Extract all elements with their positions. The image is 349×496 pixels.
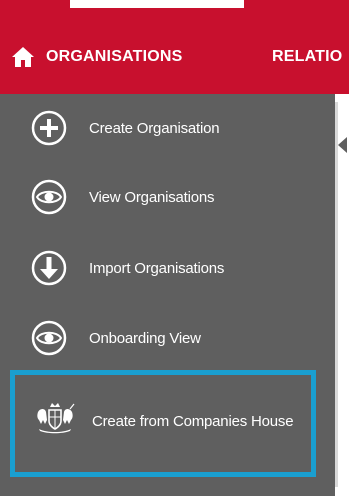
top-strip xyxy=(0,0,349,20)
arrow-down-circle-icon xyxy=(30,249,68,287)
top-navbar: ORGANISATIONS RELATIO xyxy=(0,20,349,94)
menu-item-create-organisation[interactable]: Create Organisation xyxy=(0,108,335,148)
menu-item-label: Import Organisations xyxy=(89,259,225,277)
nav-organisations-label: ORGANISATIONS xyxy=(46,48,183,65)
eye-icon xyxy=(30,319,68,357)
royal-crest-icon xyxy=(35,402,75,434)
menu-item-import-organisations[interactable]: Import Organisations xyxy=(0,248,335,288)
top-strip-highlight xyxy=(70,0,244,8)
content-pane-edge xyxy=(335,94,349,496)
menu-item-label: Create from Companies House xyxy=(92,413,294,430)
menu-item-view-organisations[interactable]: View Organisations xyxy=(0,177,335,217)
nav-relationships-label: RELATIO xyxy=(272,48,343,65)
plus-circle-icon xyxy=(30,109,68,147)
collapse-arrow-icon[interactable] xyxy=(338,137,347,153)
menu-item-label: Onboarding View xyxy=(89,329,201,347)
home-icon[interactable] xyxy=(11,46,35,68)
content-divider xyxy=(335,102,338,487)
nav-organisations[interactable]: ORGANISATIONS xyxy=(11,20,183,94)
menu-item-create-from-companies-house[interactable]: Create from Companies House xyxy=(10,370,316,477)
nav-relationships[interactable]: RELATIO xyxy=(272,20,349,94)
menu-item-label: Create Organisation xyxy=(89,119,220,137)
eye-icon xyxy=(30,178,68,216)
menu-item-onboarding-view[interactable]: Onboarding View xyxy=(0,318,335,358)
menu-item-label: View Organisations xyxy=(89,188,215,206)
